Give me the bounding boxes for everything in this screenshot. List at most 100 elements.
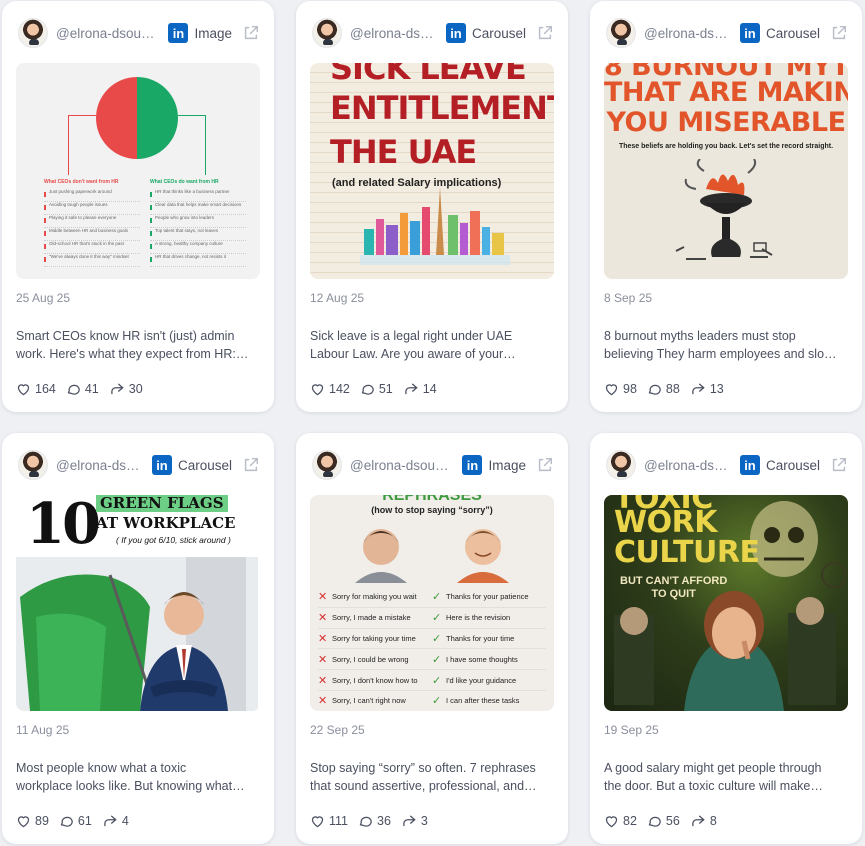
post-thumbnail[interactable]: TOXIC WORK CULTURE BUT CAN'T AFFORD TO Q…	[604, 495, 848, 711]
post-description[interactable]: A good salary might get people through t…	[604, 759, 848, 795]
external-link-icon[interactable]	[242, 456, 260, 474]
post-card[interactable]: @elrona-ds… in Carousel TOXIC WORK CULTU…	[590, 433, 862, 844]
author-handle[interactable]: @elrona-ds…	[350, 26, 440, 41]
thumb-left-item: Middle between HR and business goals	[44, 228, 140, 241]
post-description-line: 8 burnout myths leaders must stop	[604, 329, 796, 343]
check-icon: ✓	[432, 612, 442, 625]
external-link-icon[interactable]	[536, 456, 554, 474]
post-type-label: Carousel	[765, 25, 820, 41]
rephrase-row: ✕ Sorry, I don't know how to ✓ I'd like yo…	[318, 670, 546, 691]
post-thumbnail[interactable]: What CEOs don't want from HR Just pushin…	[16, 63, 260, 279]
comments-stat: 61	[59, 814, 92, 828]
heart-icon	[17, 384, 30, 396]
engagement-stats: 111 36 3	[310, 814, 568, 828]
shares-stat: 8	[690, 814, 717, 828]
post-description[interactable]: Sick leave is a legal right under UAE La…	[310, 327, 554, 363]
thumb-title-line: AT WORKPLACE	[96, 514, 236, 532]
post-type-label: Carousel	[765, 457, 820, 473]
shares-count: 30	[128, 382, 143, 396]
rephrase-row: ✕ Sorry, I can't right now ✓ I can after t…	[318, 691, 546, 711]
post-description[interactable]: 8 burnout myths leaders must stop believ…	[604, 327, 848, 363]
thumb-subtitle: ( If you got 6/10, stick around )	[116, 535, 231, 545]
rephrase-wrong: Sorry, I can't right now	[332, 696, 406, 706]
author-handle[interactable]: @elrona-dsou…	[56, 26, 162, 41]
linkedin-icon: in	[168, 23, 189, 43]
likes-stat: 142	[310, 382, 350, 396]
rephrase-right: Here is the revision	[446, 613, 511, 623]
card-header: @elrona-ds… in Carousel	[18, 449, 260, 481]
avatar[interactable]	[606, 18, 636, 48]
author-handle[interactable]: @elrona-ds…	[644, 458, 734, 473]
post-description-line: believing They harm employees and slo…	[604, 347, 837, 361]
card-header: @elrona-ds… in Carousel	[606, 17, 848, 49]
linkedin-icon: in	[151, 455, 172, 475]
post-description[interactable]: Smart CEOs know HR isn't (just) admin wo…	[16, 327, 260, 363]
post-card[interactable]: @elrona-dsou… in Image REPHRASES (how to…	[296, 433, 568, 844]
rephrase-row: ✕ Sorry for making you wait ✓ Thanks for y…	[318, 587, 546, 608]
avatar[interactable]	[312, 18, 342, 48]
skyline-illustration	[360, 187, 510, 265]
external-link-icon[interactable]	[830, 456, 848, 474]
arrow-graphic	[68, 115, 96, 175]
author-handle[interactable]: @elrona-ds…	[56, 458, 146, 473]
share-icon	[692, 383, 705, 395]
avatar[interactable]	[18, 18, 48, 48]
post-type-label: Carousel	[471, 25, 526, 41]
arrow-graphic	[178, 115, 206, 175]
external-link-icon[interactable]	[536, 24, 554, 42]
avatar[interactable]	[312, 450, 342, 480]
post-description[interactable]: Stop saying “sorry” so often. 7 rephrase…	[310, 759, 554, 795]
thumb-left-item: Avoiding tough people issues	[44, 202, 140, 215]
author-handle[interactable]: @elrona-ds…	[644, 26, 734, 41]
rephrase-right: Thanks for your time	[446, 633, 515, 643]
share-icon	[403, 815, 416, 827]
comment-icon	[361, 384, 374, 395]
pie-graphic	[96, 77, 178, 159]
engagement-stats: 142 51 14	[310, 382, 568, 396]
post-description-line: workplace looks like. But knowing what…	[16, 779, 245, 793]
likes-count: 142	[329, 382, 350, 396]
comments-count: 51	[378, 382, 393, 396]
thumb-title-line: YOU MISERABLE	[606, 107, 846, 138]
post-date: 11 Aug 25	[16, 723, 70, 737]
post-type-label: Image	[488, 457, 526, 473]
rephrase-right: I'd like your guidance	[446, 675, 517, 685]
avatar[interactable]	[606, 450, 636, 480]
rephrase-row: ✕ Sorry, I could be wrong ✓ I have some th…	[318, 649, 546, 671]
post-description-line: Smart CEOs know HR isn't (just) admin	[16, 329, 235, 343]
post-date: 19 Sep 25	[604, 723, 659, 737]
post-thumbnail[interactable]: SICK LEAVE ENTITLEMENT IN THE UAE (and r…	[310, 63, 554, 279]
author-handle[interactable]: @elrona-dsou…	[350, 458, 456, 473]
shares-stat: 30	[109, 382, 143, 396]
post-description[interactable]: Most people know what a toxic workplace …	[16, 759, 260, 795]
external-link-icon[interactable]	[830, 24, 848, 42]
rephrase-wrong: Sorry for making you wait	[332, 592, 417, 602]
post-card[interactable]: @elrona-ds… in Carousel 8 BURNOUT MYTHS …	[590, 1, 862, 412]
post-card[interactable]: @elrona-dsou… in Image What CEOs don't w…	[2, 1, 274, 412]
linkedin-icon: in	[445, 23, 466, 43]
post-thumbnail[interactable]: REPHRASES (how to stop saying “sorry”) ✕…	[310, 495, 554, 711]
share-icon	[111, 383, 124, 395]
shares-stat: 4	[102, 814, 129, 828]
avatar[interactable]	[18, 450, 48, 480]
post-card[interactable]: @elrona-ds… in Carousel SICK LEAVE ENTIT…	[296, 1, 568, 412]
card-header: @elrona-ds… in Carousel	[606, 449, 848, 481]
external-link-icon[interactable]	[242, 24, 260, 42]
post-card[interactable]: @elrona-ds… in Carousel 10 GREEN FLAGS A…	[2, 433, 274, 844]
thumb-left-header: What CEOs don't want from HR	[44, 179, 119, 185]
shares-count: 4	[121, 814, 129, 828]
post-thumbnail[interactable]: 8 BURNOUT MYTHS THAT ARE MAKING YOU MISE…	[604, 63, 848, 279]
thumb-left-item: "We've always done it this way" mindset	[44, 254, 140, 267]
card-header: @elrona-ds… in Carousel	[312, 17, 554, 49]
likes-stat: 82	[604, 814, 637, 828]
heart-icon	[311, 816, 324, 828]
thumb-subtitle: (how to stop saying “sorry”)	[371, 505, 493, 515]
post-description-line: A good salary might get people through	[604, 761, 822, 775]
post-date: 8 Sep 25	[604, 291, 653, 305]
shares-count: 3	[420, 814, 428, 828]
post-thumbnail[interactable]: 10 GREEN FLAGS AT WORKPLACE ( If you got…	[16, 495, 260, 711]
likes-count: 111	[329, 814, 349, 828]
comments-count: 36	[377, 814, 391, 828]
thumb-right-item: A strong, healthy company culture	[150, 241, 246, 254]
thumb-subtitle: BUT CAN'T AFFORD TO QUIT	[620, 575, 727, 601]
